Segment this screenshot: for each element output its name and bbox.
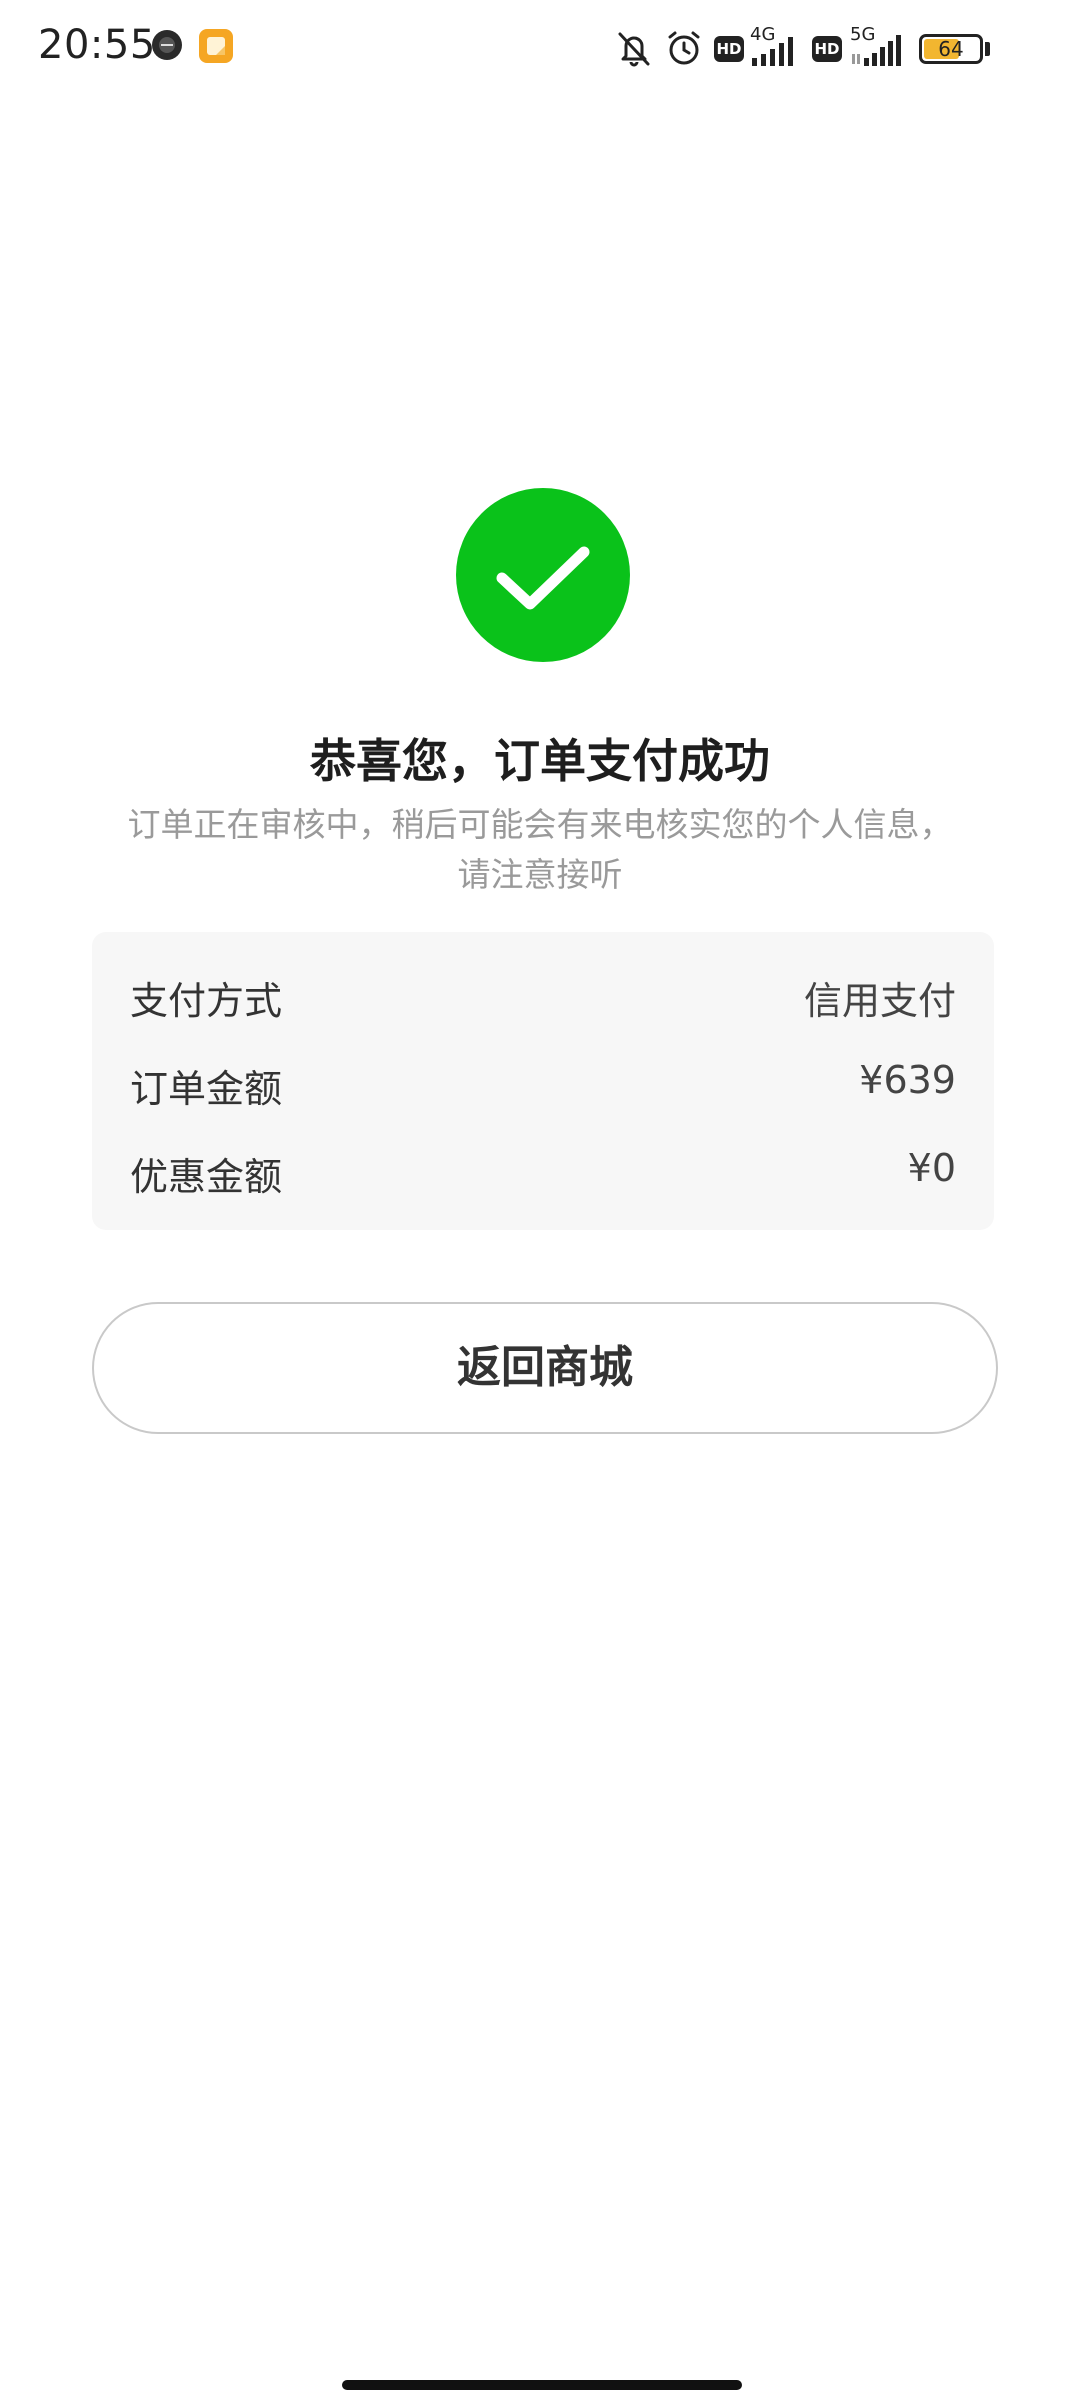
info-row-discount-amount: 优惠金额 ¥0 [130, 1146, 956, 1206]
info-row-order-amount: 订单金额 ¥639 [130, 1058, 956, 1118]
status-bar: 20:55 HD 4G HD 5G 64 [0, 0, 1080, 96]
info-label: 优惠金额 [130, 1155, 283, 1199]
status-icons: HD 4G HD 5G 64 [614, 22, 1034, 74]
info-label: 支付方式 [130, 979, 283, 1023]
info-value: ¥0 [907, 1146, 956, 1190]
home-indicator[interactable] [342, 2380, 742, 2390]
success-title: 恭喜您，订单支付成功 [310, 734, 770, 788]
signal-icon [852, 35, 901, 66]
hd-icon: HD [714, 36, 744, 62]
status-time: 20:55 [38, 22, 156, 68]
camera-app-icon [152, 30, 182, 60]
info-label: 订单金额 [130, 1067, 283, 1111]
battery-percent: 64 [938, 37, 964, 61]
alarm-icon [668, 31, 700, 65]
battery-icon: 64 [919, 34, 983, 64]
back-to-mall-button[interactable]: 返回商城 [92, 1302, 998, 1434]
info-row-payment-method: 支付方式 信用支付 [130, 970, 956, 1030]
mute-bell-icon [618, 32, 650, 67]
payment-success-screen: 20:55 HD 4G HD 5G 64 恭喜您，订单支付成功 订单正在审核中，… [0, 0, 1080, 2400]
subtitle-line: 请注意接听 [457, 855, 623, 894]
order-info-card: 支付方式 信用支付 订单金额 ¥639 优惠金额 ¥0 [92, 932, 994, 1230]
subtitle-line: 订单正在审核中，稍后可能会有来电核实您的个人信息， [127, 805, 953, 844]
signal-icon [752, 37, 793, 66]
info-value: 信用支付 [803, 979, 956, 1023]
hd-icon: HD [812, 36, 842, 62]
success-subtitle: 订单正在审核中，稍后可能会有来电核实您的个人信息， 请注意接听 [80, 800, 1000, 900]
info-value: ¥639 [859, 1058, 956, 1102]
checkmark-circle-icon [456, 488, 630, 662]
notes-app-icon [199, 29, 233, 63]
battery-tip [985, 42, 990, 56]
